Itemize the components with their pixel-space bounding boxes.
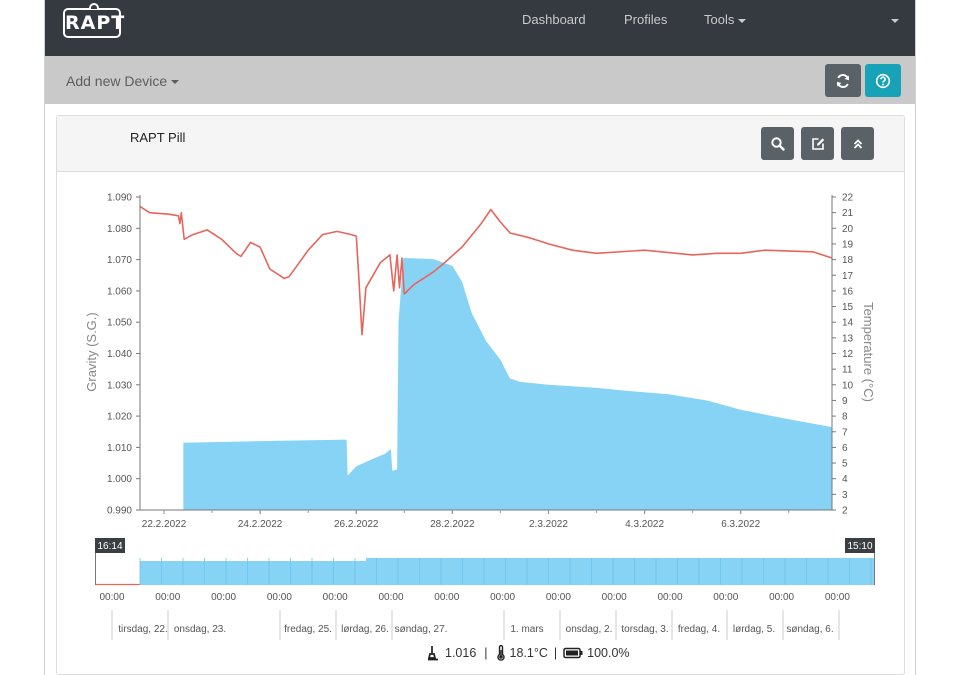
navigator-time-label: 00:00 — [155, 592, 180, 603]
y-axis-title: Gravity (S.G.) — [84, 312, 99, 391]
y2-tick-label: 6 — [842, 443, 848, 454]
x-tick-label: 24.2.2022 — [238, 519, 283, 530]
x-tick-label: 6.3.2022 — [721, 519, 760, 530]
y2-tick-label: 4 — [842, 474, 848, 485]
navigator-day-label: fredag, 4. — [678, 624, 720, 635]
gravity-temperature-chart: 0.990 1.000 1.010 1.020 1.030 1.040 1.050 1.060… — [84, 193, 876, 640]
y2-tick-label: 14 — [842, 318, 854, 329]
navigator-time-label: 00:00 — [546, 592, 571, 603]
y2-tick-label: 12 — [842, 349, 854, 360]
y2-tick-label: 11 — [842, 365, 853, 376]
navigator-series — [139, 558, 875, 585]
navigator-day-label: onsdag, 2. — [566, 624, 613, 635]
navigator-time-label: 00:00 — [434, 592, 459, 603]
y2-tick-label: 22 — [842, 193, 854, 204]
y-tick-label: 1.020 — [107, 412, 132, 423]
navigator-time-labels: 00:00 00:00 00:00 00:00 00:00 00:00 00:00 00:00… — [99, 592, 850, 603]
y-tick-label: 1.040 — [107, 349, 132, 360]
y-tick-label: 1.030 — [107, 380, 132, 391]
navigator-day-label: onsdag, 23. — [174, 624, 226, 635]
gravity-value: 1.016 — [445, 646, 477, 660]
y2-tick-label: 5 — [842, 459, 848, 470]
status-separator: | — [553, 646, 558, 660]
y2-tick-label: 21 — [842, 208, 854, 219]
navigator-day-label: søndag, 6. — [786, 624, 833, 635]
navigator-time-label: 00:00 — [490, 592, 515, 603]
navigator-area-late — [366, 558, 875, 585]
y2-tick-label: 20 — [842, 224, 854, 235]
y2-tick-label: 3 — [842, 490, 848, 501]
navigator-start-label: 16:14 — [97, 541, 122, 552]
y2-tick-label: 13 — [842, 333, 854, 344]
navigator-day-label: søndag, 27. — [395, 624, 448, 635]
battery-full-icon — [563, 647, 583, 659]
y-tick-label: 1.050 — [107, 318, 132, 329]
navigator-day-label: fredag, 25. — [284, 624, 332, 635]
y-tick-label: 1.090 — [107, 193, 132, 204]
y-tick-label: 1.010 — [107, 443, 132, 454]
navigator-day-labels: tirsdag, 22. onsdag, 23. fredag, 25. lørdag… — [111, 610, 840, 640]
y2-tick-label: 10 — [842, 380, 854, 391]
y2-tick-label: 17 — [842, 271, 854, 282]
navigator-time-label: 00:00 — [323, 592, 348, 603]
temperature-value: 18.1°C — [509, 646, 548, 660]
status-bar: 1.016 | 18.1°C | 100.0% — [425, 645, 630, 661]
y2-axis-title: Temperature (°C) — [861, 302, 876, 402]
status-separator: | — [484, 646, 488, 660]
navigator-time-label: 00:00 — [713, 592, 738, 603]
navigator-time-label: 00:00 — [602, 592, 627, 603]
navigator-day-label: lørdag, 26. — [341, 624, 389, 635]
y2-tick-label: 9 — [842, 396, 848, 407]
navigator-time-label: 00:00 — [825, 592, 850, 603]
navigator-day-label: lørdag, 5. — [733, 624, 775, 635]
battery-value: 100.0% — [587, 646, 630, 660]
y2-tick-label: 8 — [842, 412, 848, 423]
navigator-day-label: tirsdag, 22. — [118, 624, 167, 635]
thermometer-icon — [496, 645, 505, 661]
temperature-line-series — [139, 205, 833, 336]
y-tick-label: 1.070 — [107, 255, 132, 266]
y2-tick-label: 18 — [842, 255, 854, 266]
y2-tick-label: 15 — [842, 302, 854, 313]
x-tick-label: 2.3.2022 — [529, 519, 568, 530]
gravity-area-series — [183, 258, 833, 510]
navigator-time-label: 00:00 — [99, 592, 124, 603]
y2-tick-label: 16 — [842, 286, 854, 297]
y-tick-label: 0.990 — [107, 506, 132, 517]
plot-area — [139, 205, 833, 510]
y2-tick-label: 2 — [842, 506, 848, 517]
navigator-day-label: torsdag, 3. — [621, 624, 668, 635]
hydrometer-icon — [427, 646, 438, 661]
y2-tick-label: 7 — [842, 427, 848, 438]
x-tick-label: 26.2.2022 — [334, 519, 379, 530]
y2-tick-label: 19 — [842, 239, 854, 250]
navigator-time-label: 00:00 — [267, 592, 292, 603]
y-tick-label: 1.060 — [107, 286, 132, 297]
y-tick-label: 1.080 — [107, 224, 132, 235]
navigator-time-label: 00:00 — [378, 592, 403, 603]
y-tick-label: 1.000 — [107, 474, 132, 485]
navigator-time-label: 00:00 — [769, 592, 794, 603]
navigator-area-early — [140, 561, 366, 585]
navigator-end-label: 15:10 — [847, 541, 872, 552]
x-tick-label: 22.2.2022 — [142, 519, 187, 530]
range-navigator[interactable]: 16:14 15:10 00:00 00:00 00:00 00:00 00:00 00:… — [95, 538, 875, 640]
x-tick-label: 4.3.2022 — [625, 519, 664, 530]
navigator-day-label: 1. mars — [510, 624, 543, 635]
navigator-time-label: 00:00 — [657, 592, 682, 603]
navigator-time-label: 00:00 — [211, 592, 236, 603]
x-tick-label: 28.2.2022 — [430, 519, 475, 530]
